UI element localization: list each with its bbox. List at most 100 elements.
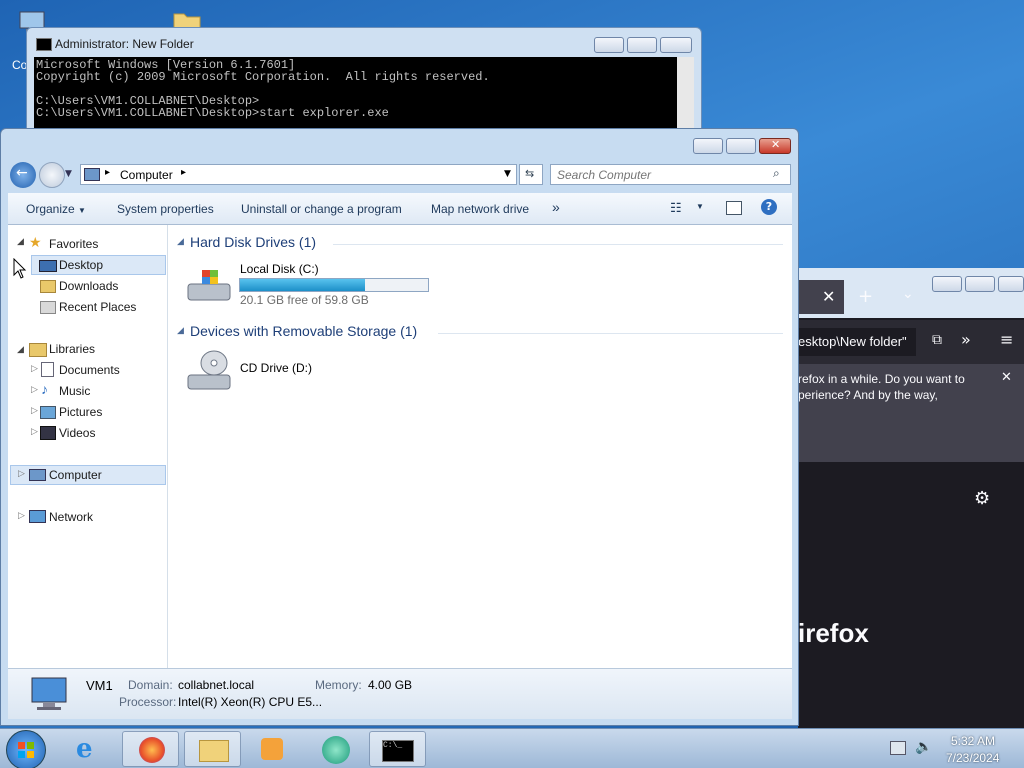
content-pane: ◢ Hard Disk Drives (1) Local Disk (C:) 2… — [168, 225, 792, 668]
refresh-button[interactable]: ⇆ — [519, 164, 543, 185]
group-collapse-icon[interactable]: ◢ — [177, 326, 184, 336]
local-disk-usage-bar — [239, 278, 429, 292]
nav-libraries[interactable]: Libraries — [49, 342, 95, 356]
tab-close-icon[interactable]: ✕ — [822, 287, 835, 306]
internet-explorer-icon: e — [76, 734, 93, 764]
taskbar-cmd[interactable]: C:\_ — [369, 731, 426, 767]
computer-details-icon — [26, 674, 72, 714]
volume-muted-icon[interactable]: 🔈 — [915, 739, 932, 755]
search-box[interactable]: ⌕ — [550, 164, 791, 185]
group-divider — [438, 333, 783, 334]
explorer-minimize-button[interactable] — [693, 138, 723, 154]
taskbar-internet-explorer[interactable]: e — [61, 731, 118, 767]
clock-date[interactable]: 7/23/2024 — [946, 751, 999, 765]
explorer-close-button[interactable]: ✕ — [759, 138, 791, 154]
overflow-chevron-icon[interactable]: » — [961, 330, 971, 349]
group-removable-storage[interactable]: Devices with Removable Storage (1) — [190, 323, 417, 339]
taskbar-firefox[interactable] — [122, 731, 179, 767]
organize-button[interactable]: Organize ▼ — [26, 202, 86, 216]
nav-favorites[interactable]: Favorites — [49, 237, 98, 251]
local-disk-free-space: 20.1 GB free of 59.8 GB — [240, 293, 369, 307]
explorer-maximize-button[interactable] — [726, 138, 756, 154]
collapse-arrow-icon[interactable]: ▷ — [18, 510, 25, 521]
collapse-arrow-icon[interactable]: ▷ — [31, 384, 38, 395]
address-bar[interactable]: ▸ Computer ▸ ▼ — [80, 164, 517, 185]
favorites-star-icon: ★ — [29, 234, 42, 250]
nav-downloads[interactable]: Downloads — [59, 279, 118, 293]
firefox-tab[interactable]: ✕ — [798, 280, 844, 314]
firefox-close-button[interactable] — [998, 276, 1024, 292]
recent-places-icon — [40, 301, 56, 314]
cd-drive-name[interactable]: CD Drive (D:) — [240, 361, 312, 375]
uninstall-program-button[interactable]: Uninstall or change a program — [241, 202, 402, 216]
notification-close-icon[interactable]: ✕ — [1001, 370, 1012, 385]
nav-desktop[interactable]: Desktop — [59, 258, 103, 272]
firefox-maximize-button[interactable] — [965, 276, 995, 292]
cmd-maximize-button[interactable] — [627, 37, 657, 53]
extensions-icon[interactable]: ⧉ — [932, 332, 942, 348]
view-options-chevron-icon[interactable]: ▼ — [696, 202, 704, 211]
recent-pages-chevron-icon[interactable]: ▼ — [65, 169, 72, 179]
mouse-cursor-icon — [13, 258, 27, 279]
cmd-close-button[interactable] — [660, 37, 692, 53]
start-button[interactable] — [6, 730, 46, 768]
system-properties-button[interactable]: System properties — [117, 202, 214, 216]
firefox-minimize-button[interactable] — [932, 276, 962, 292]
collapse-arrow-icon[interactable]: ▷ — [31, 405, 38, 416]
cmd-line: Copyright (c) 2009 Microsoft Corporation… — [36, 70, 490, 84]
collapse-arrow-icon[interactable]: ▷ — [31, 363, 38, 374]
local-disk-name[interactable]: Local Disk (C:) — [240, 262, 319, 276]
downloads-folder-icon — [40, 280, 56, 293]
taskbar-media-player[interactable] — [245, 731, 302, 767]
taskbar-explorer[interactable] — [184, 731, 241, 767]
cmd-minimize-button[interactable] — [594, 37, 624, 53]
network-icon — [29, 510, 46, 523]
preview-pane-icon[interactable] — [726, 201, 742, 215]
nav-recent-places[interactable]: Recent Places — [59, 300, 136, 314]
nav-music[interactable]: Music — [59, 384, 90, 398]
expand-arrow-icon[interactable]: ◢ — [17, 236, 24, 247]
change-view-icon[interactable]: ☷ — [670, 200, 682, 216]
group-collapse-icon[interactable]: ◢ — [177, 237, 184, 247]
nav-videos[interactable]: Videos — [59, 426, 95, 440]
new-tab-icon[interactable]: + — [858, 286, 873, 307]
computer-location-icon — [84, 168, 100, 181]
local-disk-icon[interactable] — [186, 266, 232, 306]
nav-network[interactable]: Network — [49, 510, 93, 524]
menu-hamburger-icon[interactable]: ≡ — [1000, 330, 1013, 349]
settings-gear-icon[interactable]: ⚙ — [974, 488, 990, 509]
breadcrumb-arrow-icon[interactable]: ▸ — [181, 167, 186, 178]
cmd-scrollbar[interactable] — [677, 57, 694, 139]
cmd-line: C:\Users\VM1.COLLABNET\Desktop>start exp… — [36, 106, 389, 120]
nav-documents[interactable]: Documents — [59, 363, 120, 377]
clock-time[interactable]: 5:32 AM — [951, 734, 995, 748]
collapse-arrow-icon[interactable]: ▷ — [31, 426, 38, 437]
app-globe-icon — [322, 736, 350, 764]
taskbar-app[interactable] — [308, 731, 365, 767]
collapse-arrow-icon[interactable]: ▷ — [18, 468, 25, 479]
nav-computer[interactable]: Computer — [49, 468, 102, 482]
memory-value: 4.00 GB — [368, 678, 413, 692]
firefox-window: ✕ + ⌄ esktop\New folder" ⧉ » ≡ refox in … — [798, 268, 1024, 728]
details-pane: VM1 Domain: collabnet.local Memory: 4.00… — [8, 668, 792, 719]
breadcrumb-arrow-icon[interactable]: ▸ — [105, 167, 110, 178]
processor-label: Processor: — [119, 695, 177, 709]
tab-list-chevron-icon[interactable]: ⌄ — [902, 286, 914, 302]
network-tray-icon[interactable] — [890, 741, 906, 755]
forward-button[interactable] — [39, 162, 65, 188]
nav-pictures[interactable]: Pictures — [59, 405, 102, 419]
expand-arrow-icon[interactable]: ◢ — [17, 344, 24, 355]
address-dropdown-icon[interactable]: ▼ — [504, 169, 511, 179]
more-commands-button[interactable]: » — [552, 199, 560, 215]
help-icon[interactable]: ? — [761, 199, 777, 215]
organize-chevron-icon: ▼ — [78, 206, 86, 215]
search-input[interactable] — [555, 166, 769, 184]
group-hard-disk-drives[interactable]: Hard Disk Drives (1) — [190, 234, 316, 250]
breadcrumb-computer[interactable]: Computer — [120, 168, 173, 182]
back-button[interactable]: ← — [10, 162, 36, 188]
map-network-drive-button[interactable]: Map network drive — [431, 202, 529, 216]
cmd-output[interactable]: Microsoft Windows [Version 6.1.7601] Copy… — [34, 57, 678, 139]
firefox-url-bar[interactable]: esktop\New folder" — [798, 328, 916, 356]
cd-drive-icon[interactable] — [186, 349, 232, 393]
firefox-brand-text: irefox — [798, 618, 869, 648]
